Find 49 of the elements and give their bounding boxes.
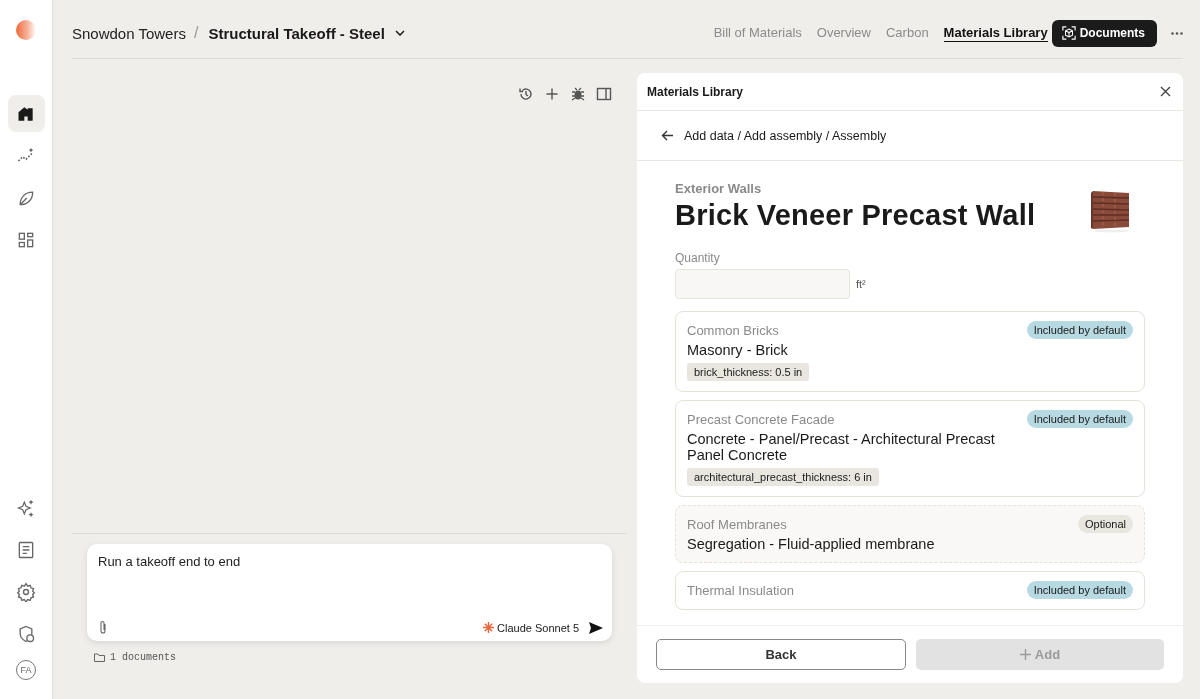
home-nav-icon[interactable]: [7, 95, 45, 132]
unit-label: ft²: [856, 278, 866, 290]
material-category: Precast Concrete Facade: [687, 411, 835, 427]
status-badge: Included by default: [1026, 581, 1133, 599]
nav-tab[interactable]: Materials Library: [943, 24, 1048, 42]
project-breadcrumb[interactable]: Snowdon Towers: [72, 24, 186, 42]
quantity-input[interactable]: [675, 269, 850, 299]
send-icon[interactable]: [588, 620, 604, 635]
plus-icon[interactable]: [544, 86, 560, 102]
back-button[interactable]: Back: [656, 639, 906, 670]
material-category: Roof Membranes: [687, 516, 787, 532]
model-selector[interactable]: Claude Sonnet 5: [483, 621, 579, 634]
material-card[interactable]: Thermal Insulation Included by default: [675, 571, 1145, 610]
sunburst-icon: [483, 622, 495, 633]
status-badge: Included by default: [1026, 321, 1133, 339]
app-logo[interactable]: [16, 20, 36, 40]
chat-input[interactable]: Run a takeoff end to end: [98, 554, 604, 620]
more-icon[interactable]: [1171, 31, 1183, 35]
breadcrumb-separator: /: [193, 24, 199, 42]
material-name: Concrete - Panel/Precast - Architectural Precast Panel Concrete: [687, 431, 996, 463]
close-icon[interactable]: [1160, 86, 1171, 97]
back-arrow-icon[interactable]: [661, 130, 674, 141]
material-category: Common Bricks: [687, 322, 779, 338]
panel-title: Materials Library: [647, 84, 744, 99]
quantity-label: Quantity: [675, 251, 721, 265]
bug-icon[interactable]: [570, 86, 586, 102]
material-name: Segregation - Fluid-applied membrane: [687, 536, 936, 552]
history-icon[interactable]: [518, 86, 534, 102]
documents-count[interactable]: 1 documents: [94, 652, 627, 663]
folder-icon: [94, 653, 105, 662]
takeoff-title[interactable]: Structural Takeoff - Steel: [208, 24, 385, 42]
plus-icon: [1019, 649, 1031, 660]
material-card[interactable]: Roof Membranes Optional Segregation - Fluid-applied membrane: [675, 505, 1145, 563]
parameter-tag: brick_thickness: 0.5 in: [687, 363, 810, 381]
material-category: Thermal Insulation: [687, 582, 794, 598]
material-card[interactable]: Precast Concrete Facade Included by default Concrete - Panel/Precast - Architectural Precast Panel Concrete architectural_precast_thickness: 6 in: [675, 400, 1145, 497]
panel-breadcrumb[interactable]: Add data / Add assembly / Assembly: [684, 128, 887, 143]
material-card[interactable]: Common Bricks Included by default Masonry - Brick brick_thickness: 0.5 in: [675, 311, 1145, 392]
assembly-title: Brick Veneer Precast Wall: [675, 199, 1036, 232]
assembly-category: Exterior Walls: [675, 181, 763, 196]
parameter-tag: architectural_precast_thickness: 6 in: [687, 468, 879, 486]
paperclip-icon[interactable]: [98, 620, 108, 635]
side-panel-icon[interactable]: [596, 86, 612, 102]
status-badge: Included by default: [1026, 410, 1133, 428]
chevron-down-icon[interactable]: [394, 30, 405, 36]
status-badge: Optional: [1078, 515, 1133, 533]
cube-icon: [1061, 26, 1076, 40]
material-name: Masonry - Brick: [687, 342, 789, 358]
documents-button[interactable]: Documents: [1051, 19, 1157, 47]
